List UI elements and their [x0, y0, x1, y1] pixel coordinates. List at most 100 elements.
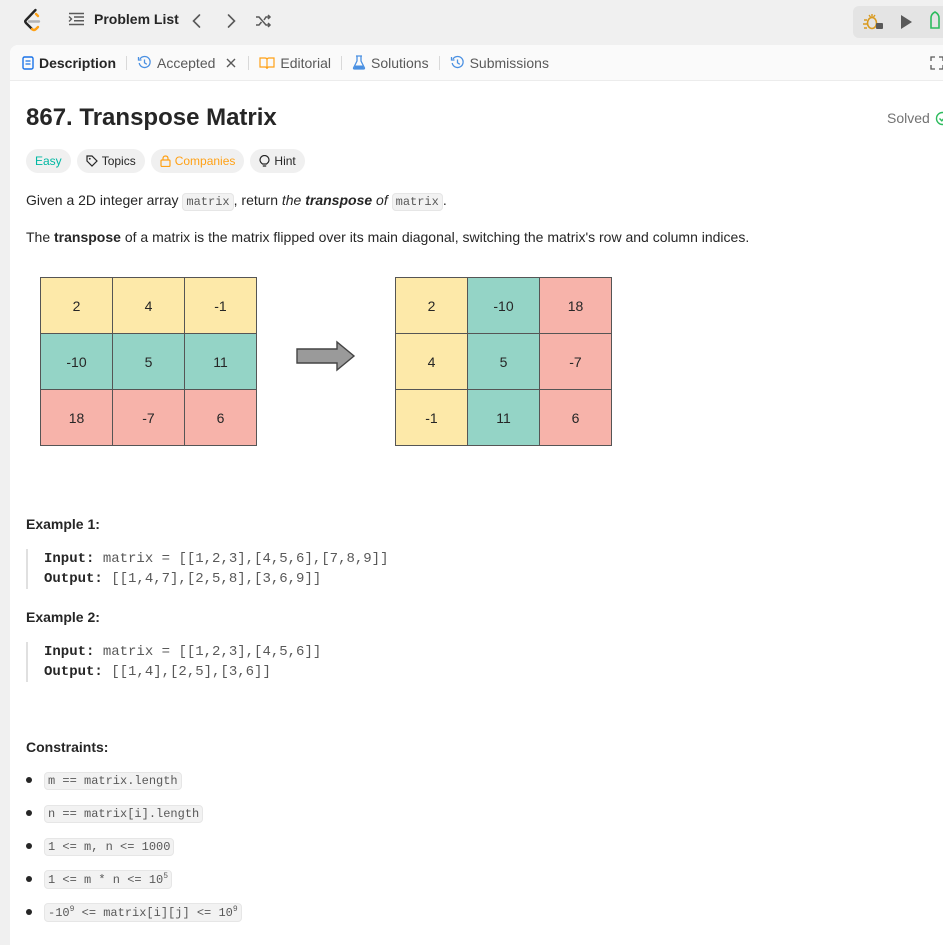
matrix-before: 2 4 -1 -10 5 11 18 -7 6	[40, 277, 257, 446]
description-paragraph-1: Given a 2D integer array matrix, return …	[26, 190, 447, 212]
history-icon	[137, 55, 151, 69]
example-2-heading: Example 2:	[26, 609, 100, 625]
matrix-after: 2 -10 18 4 5 -7 -1 11 6	[395, 277, 612, 446]
tab-divider	[438, 55, 440, 70]
problem-list-button[interactable]: Problem List	[68, 11, 179, 27]
tab-submissions[interactable]: Submissions	[450, 45, 549, 81]
matrix-cell: -7	[112, 389, 185, 446]
text-span: of a matrix is the matrix flipped over i…	[120, 229, 750, 245]
tab-accepted-label: Accepted	[157, 54, 216, 71]
inline-code: matrix	[182, 193, 234, 211]
constraint-text: -10	[48, 906, 70, 920]
example-input: matrix = [[1,2,3],[4,5,6]]	[102, 644, 322, 660]
debug-icon[interactable]	[859, 9, 889, 35]
hint-label: Hint	[274, 154, 296, 168]
tab-editorial-label: Editorial	[280, 54, 331, 71]
input-label: Input:	[44, 644, 95, 660]
tab-submissions-label: Submissions	[469, 54, 549, 71]
arrow-right-icon	[296, 340, 356, 372]
tab-divider	[126, 55, 128, 70]
list-icon	[68, 12, 84, 26]
example-1-block: Input: matrix = [[1,2,3],[4,5,6],[7,8,9]…	[26, 549, 626, 589]
matrix-cell: 5	[467, 333, 540, 390]
matrix-cell: 11	[467, 389, 540, 446]
difficulty-badge: Easy	[26, 149, 71, 173]
document-icon	[22, 55, 34, 70]
output-label: Output:	[44, 664, 103, 680]
topics-button[interactable]: Topics	[76, 149, 145, 173]
hint-button[interactable]: Hint	[250, 149, 305, 173]
tag-icon	[86, 155, 98, 167]
next-problem-icon[interactable]	[222, 12, 240, 30]
tab-solutions[interactable]: Solutions	[352, 45, 429, 81]
shuffle-icon[interactable]	[254, 12, 272, 30]
example-output: [[1,4,7],[2,5,8],[3,6,9]]	[111, 571, 322, 587]
constraint-code: 1 <= m * n <= 105	[44, 870, 173, 889]
matrix-cell: -7	[539, 333, 612, 390]
matrix-cell: 18	[539, 277, 612, 334]
constraint-code: n == matrix[i].length	[44, 804, 204, 823]
description-paragraph-2: The transpose of a matrix is the matrix …	[26, 227, 749, 247]
book-icon	[259, 56, 275, 69]
constraint-exponent: 9	[232, 905, 238, 914]
matrix-cell: -1	[184, 277, 257, 334]
constraint-text: 1 <= m * n <= 10	[48, 873, 164, 887]
text-span: Given a 2D integer array	[26, 192, 183, 208]
matrix-cell: 4	[112, 277, 185, 334]
matrix-cell: -10	[40, 333, 113, 390]
top-navigation-bar: Problem List	[0, 0, 943, 44]
constraint-item: 1 <= m, n <= 1000	[26, 830, 242, 863]
text-span: The	[26, 229, 55, 245]
constraint-item: n == matrix[i].length	[26, 797, 242, 830]
matrix-cell: 2	[40, 277, 113, 334]
flask-icon	[352, 55, 366, 70]
example-output: [[1,4],[2,5],[3,6]]	[111, 664, 271, 680]
emphasis-text: of	[372, 192, 392, 208]
text-span: .	[442, 192, 447, 208]
constraints-heading: Constraints:	[26, 739, 109, 755]
constraint-item: 1 <= m * n <= 105	[26, 863, 242, 896]
lock-icon	[160, 155, 171, 167]
description-panel: Description Accepted Editorial Solutions…	[10, 45, 943, 945]
maximize-icon[interactable]	[930, 56, 943, 70]
output-label: Output:	[44, 571, 103, 587]
matrix-cell: 4	[395, 333, 468, 390]
close-icon[interactable]	[224, 56, 238, 70]
panel-tabs: Description Accepted Editorial Solutions…	[10, 45, 943, 81]
run-icon[interactable]	[891, 9, 921, 35]
text-span: , return	[233, 192, 282, 208]
tab-editorial[interactable]: Editorial	[259, 45, 331, 81]
previous-problem-icon[interactable]	[188, 12, 206, 30]
example-1-heading: Example 1:	[26, 516, 100, 532]
constraint-item: -109 <= matrix[i][j] <= 109	[26, 896, 242, 929]
example-2-block: Input: matrix = [[1,2,3],[4,5,6]] Output…	[26, 642, 626, 682]
solved-status: Solved	[887, 110, 943, 126]
tab-accepted[interactable]: Accepted	[137, 45, 238, 81]
example-input: matrix = [[1,2,3],[4,5,6],[7,8,9]]	[102, 551, 389, 567]
emphasis-bold-text: transpose	[305, 192, 373, 208]
inline-code: matrix	[391, 193, 443, 211]
bold-text: transpose	[54, 229, 121, 245]
constraint-exponent: 5	[163, 872, 169, 881]
problem-list-label: Problem List	[94, 11, 179, 27]
input-label: Input:	[44, 551, 95, 567]
topics-label: Topics	[101, 154, 136, 168]
constraint-code: -109 <= matrix[i][j] <= 109	[44, 903, 242, 922]
tab-description[interactable]: Description	[22, 45, 116, 81]
constraint-item: m == matrix.length	[26, 764, 242, 797]
solved-label: Solved	[887, 110, 930, 126]
matrix-cell: -1	[395, 389, 468, 446]
matrix-cell: 5	[112, 333, 185, 390]
matrix-cell: 18	[40, 389, 113, 446]
submit-icon[interactable]	[923, 9, 943, 35]
tab-divider	[248, 55, 250, 70]
leetcode-logo-icon[interactable]	[21, 8, 45, 34]
lightbulb-icon	[259, 154, 271, 167]
emphasis-text: the	[281, 192, 306, 208]
tab-divider	[340, 55, 342, 70]
companies-button[interactable]: Companies	[150, 149, 245, 173]
companies-label: Companies	[174, 154, 236, 168]
problem-title: 867. Transpose Matrix	[26, 104, 277, 131]
matrix-cell: -10	[467, 277, 540, 334]
problem-tags: Easy Topics Companies Hint	[26, 149, 305, 173]
